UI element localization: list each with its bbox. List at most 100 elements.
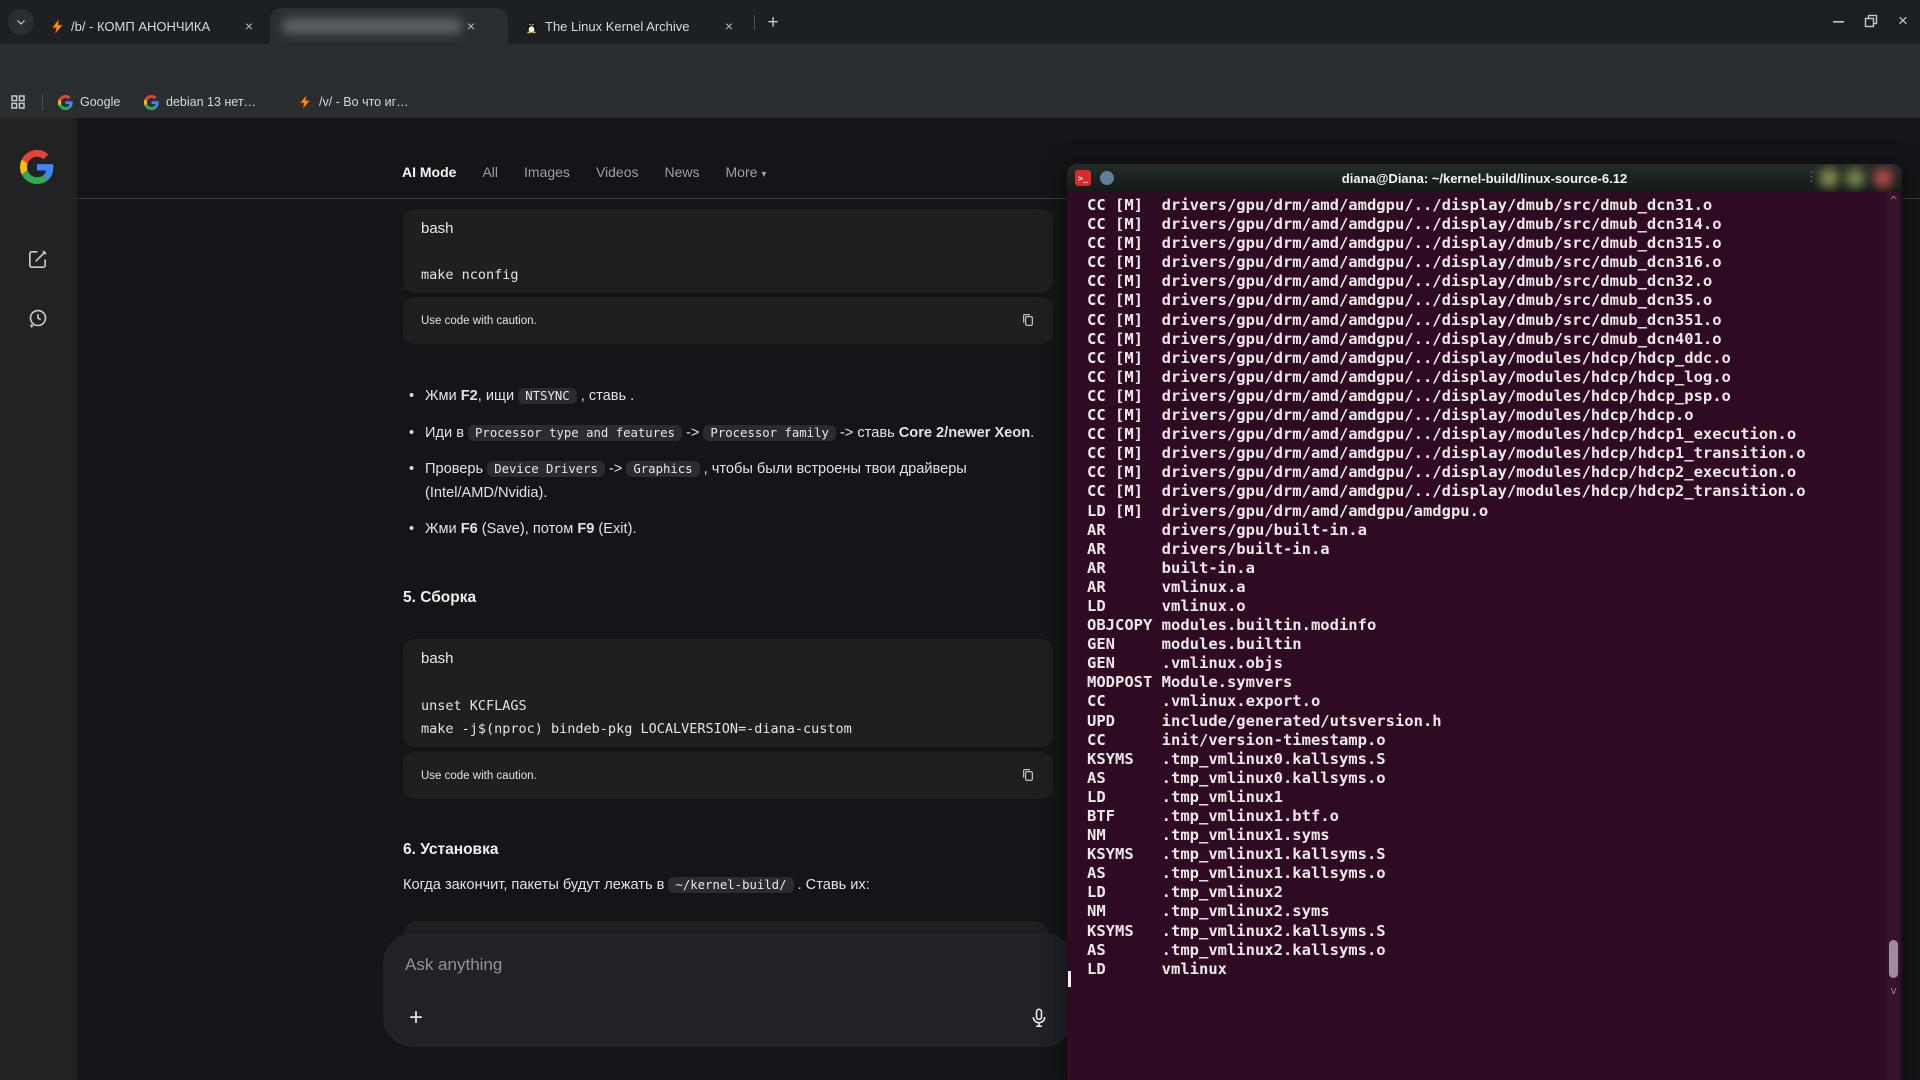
titlebar-close-blurred[interactable]	[1873, 168, 1893, 188]
code-footer-1: Use code with caution.	[403, 297, 1053, 344]
terminal-window[interactable]: >_ diana@Diana: ~/kernel-build/linux-sou…	[1067, 164, 1902, 1080]
code-line: unset KCFLAGS	[421, 698, 527, 714]
terminal-output-line: AR built-in.a	[1087, 559, 1806, 578]
terminal-output-line: GEN .vmlinux.objs	[1087, 654, 1806, 673]
instruction-list: Жми F2, ищи NTSYNC , ставь . Иди в Proce…	[403, 385, 1053, 555]
terminal-output-line: CC [M] drivers/gpu/drm/amd/amdgpu/../dis…	[1087, 311, 1806, 330]
terminal-output-line: CC [M] drivers/gpu/drm/amd/amdgpu/../dis…	[1087, 196, 1806, 215]
section-heading-6: 6. Установка	[403, 841, 498, 859]
terminal-title: diana@Diana: ~/kernel-build/linux-source…	[1067, 171, 1902, 186]
terminal-output-line: CC [M] drivers/gpu/drm/amd/amdgpu/../dis…	[1087, 215, 1806, 234]
new-chat-button[interactable]	[26, 248, 49, 271]
ask-input[interactable]	[405, 955, 965, 975]
list-item: Жми F6 (Save), потом F9 (Exit).	[403, 518, 1053, 542]
inline-code: Device Drivers	[487, 461, 605, 477]
terminal-output-line: CC [M] drivers/gpu/drm/amd/amdgpu/../dis…	[1087, 253, 1806, 272]
terminal-output-line: AS .tmp_vmlinux0.kallsyms.o	[1087, 769, 1806, 788]
code-block-1: bash make nconfig	[403, 209, 1053, 293]
terminal-output-line: CC [M] drivers/gpu/drm/amd/amdgpu/../dis…	[1087, 482, 1806, 501]
tab-videos[interactable]: Videos	[596, 164, 639, 180]
inline-code: NTSYNC	[518, 388, 576, 404]
mic-button[interactable]	[1028, 1007, 1052, 1031]
browser-tab-2-active[interactable]: ×	[270, 8, 508, 44]
browser-tab-strip: /b/ - КОМП АНОНЧИКА × × The Linux Kernel…	[0, 0, 1920, 44]
bookmarks-bar: Google debian 13 нет… /v/ - Во что иг…	[0, 86, 1920, 118]
terminal-titlebar[interactable]: >_ diana@Diana: ~/kernel-build/linux-sou…	[1067, 164, 1902, 192]
tab-more[interactable]: More ▾	[726, 164, 767, 180]
tab-news[interactable]: News	[665, 164, 700, 180]
inline-code: Graphics	[626, 461, 699, 477]
apps-grid-icon	[10, 94, 26, 110]
terminal-output-line: CC [M] drivers/gpu/drm/amd/amdgpu/../dis…	[1087, 349, 1806, 368]
text-cursor	[1068, 971, 1071, 987]
copy-code-button[interactable]	[1017, 764, 1039, 786]
paragraph: Когда закончит, пакеты будут лежать в ~/…	[403, 874, 1053, 898]
lightning-icon	[50, 19, 65, 34]
inline-code: ~/kernel-build/	[668, 877, 793, 893]
terminal-output-line: LD .tmp_vmlinux2	[1087, 883, 1806, 902]
tab-ai-mode[interactable]: AI Mode	[402, 164, 456, 180]
titlebar-button-blurred[interactable]	[1845, 168, 1865, 188]
terminal-output-line: LD vmlinux.o	[1087, 597, 1806, 616]
code-footer-2: Use code with caution.	[403, 752, 1053, 799]
terminal-output-line: LD [M] drivers/gpu/drm/amd/amdgpu/amdgpu…	[1087, 502, 1806, 521]
browser-tab-3[interactable]: The Linux Kernel Archive ×	[512, 8, 746, 44]
terminal-output-line: MODPOST Module.symvers	[1087, 673, 1806, 692]
terminal-output-line: LD vmlinux	[1087, 960, 1806, 979]
scrollbar-thumb[interactable]	[1889, 940, 1898, 978]
terminal-body[interactable]: CC [M] drivers/gpu/drm/amd/amdgpu/../dis…	[1067, 192, 1902, 1080]
list-item: Проверь Device Drivers -> Graphics , что…	[403, 458, 1053, 505]
caution-text: Use code with caution.	[421, 770, 537, 782]
terminal-output-line: CC [M] drivers/gpu/drm/amd/amdgpu/../dis…	[1087, 387, 1806, 406]
scroll-down-icon[interactable]: v	[1887, 984, 1900, 997]
tux-icon	[524, 19, 539, 34]
terminal-output-line: AS .tmp_vmlinux1.kallsyms.o	[1087, 864, 1806, 883]
bookmark-label: /v/ - Во что иг…	[319, 95, 409, 109]
terminal-output-line: GEN modules.builtin	[1087, 635, 1806, 654]
terminal-menu-icon[interactable]: ⋮	[1805, 169, 1818, 185]
copy-icon	[1020, 767, 1036, 783]
inline-code: Processor family	[703, 425, 835, 441]
history-sidebar-button[interactable]	[26, 307, 49, 330]
attach-button[interactable]: +	[403, 1005, 429, 1031]
terminal-output-line: CC [M] drivers/gpu/drm/amd/amdgpu/../dis…	[1087, 425, 1806, 444]
tab-close-button[interactable]: ×	[720, 17, 738, 35]
minimize-icon	[1832, 15, 1845, 28]
tab-title: The Linux Kernel Archive	[545, 19, 714, 34]
terminal-output-line: AR drivers/gpu/built-in.a	[1087, 521, 1806, 540]
compose-icon	[26, 248, 49, 271]
chevron-down-icon: ▾	[761, 169, 766, 180]
terminal-scrollbar[interactable]: ^ v	[1887, 192, 1900, 1080]
bookmark-google[interactable]: Google	[58, 86, 120, 118]
new-tab-button[interactable]: +	[760, 10, 786, 36]
terminal-output-line: KSYMS .tmp_vmlinux1.kallsyms.S	[1087, 845, 1806, 864]
code-line: make nconfig	[421, 267, 519, 283]
terminal-output-line: CC [M] drivers/gpu/drm/amd/amdgpu/../dis…	[1087, 368, 1806, 387]
window-close-button[interactable]: ×	[1888, 7, 1918, 35]
tab-close-button[interactable]: ×	[240, 17, 258, 35]
terminal-output-line: KSYMS .tmp_vmlinux0.kallsyms.S	[1087, 750, 1806, 769]
list-item: Иди в Processor type and features -> Pro…	[403, 422, 1053, 446]
tab-title-blurred	[282, 18, 462, 34]
tab-images[interactable]: Images	[524, 164, 570, 180]
terminal-output-line: CC [M] drivers/gpu/drm/amd/amdgpu/../dis…	[1087, 444, 1806, 463]
bookmark-debian[interactable]: debian 13 нет…	[144, 86, 256, 118]
copy-code-button[interactable]	[1017, 309, 1039, 331]
terminal-output-line: NM .tmp_vmlinux1.syms	[1087, 826, 1806, 845]
history-sparkle-icon	[26, 307, 49, 330]
window-minimize-button[interactable]	[1823, 7, 1853, 35]
titlebar-button-blurred[interactable]	[1819, 168, 1839, 188]
tab-all[interactable]: All	[482, 164, 498, 180]
tab-close-button[interactable]: ×	[462, 17, 480, 35]
window-maximize-button[interactable]	[1856, 7, 1886, 35]
bookmark-label: debian 13 нет…	[166, 95, 256, 109]
tab-search-button[interactable]	[8, 9, 34, 35]
scroll-up-icon[interactable]: ^	[1887, 194, 1900, 207]
browser-tab-1[interactable]: /b/ - КОМП АНОНЧИКА ×	[38, 8, 266, 44]
bookmark-label: Google	[80, 95, 120, 109]
ask-box[interactable]: +	[383, 933, 1074, 1047]
apps-grid-button[interactable]	[10, 86, 26, 118]
terminal-output-line: KSYMS .tmp_vmlinux2.kallsyms.S	[1087, 922, 1806, 941]
inline-code: Processor type and features	[468, 425, 682, 441]
bookmark-v-board[interactable]: /v/ - Во что иг…	[298, 86, 409, 118]
